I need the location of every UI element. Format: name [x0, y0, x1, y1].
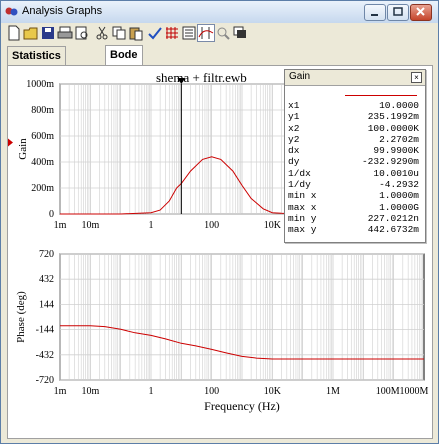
- phase-xtick-label: 1: [149, 386, 154, 397]
- readout-key: x2: [288, 122, 300, 134]
- gain-ytick-label: 600m: [31, 131, 54, 142]
- phase-xtick-label: 10m: [81, 386, 99, 397]
- readout-value: 235.1992m: [367, 111, 419, 123]
- gain-ylabel: Gain: [17, 138, 29, 160]
- readout-value: -232.9290m: [361, 156, 419, 168]
- readout-key: y1: [288, 111, 300, 123]
- readout-value: 10.0010u: [373, 167, 419, 179]
- cursor-readout-table: x1 10.0000 y1 235.1992m x2 100.0000K y2 2.27…: [288, 100, 422, 236]
- restore-view-icon[interactable]: [232, 25, 248, 41]
- gain-panel-titlebar: Gain ×: [285, 70, 425, 86]
- gain-cursor-panel[interactable]: Gain × x1 10.0000 y1 235.1992m x2 100.0000K…: [284, 69, 426, 243]
- print-icon[interactable]: [57, 25, 73, 41]
- cursors-icon[interactable]: [197, 24, 215, 42]
- readout-value: 2.2702m: [379, 133, 419, 145]
- phase-ytick-label: 432: [39, 274, 54, 285]
- gain-ytick-label: 0: [49, 209, 54, 220]
- readout-value: 1.0000m: [379, 190, 419, 202]
- gain-legend-line: [345, 95, 417, 96]
- gain-xtick-label: 1: [149, 220, 154, 231]
- gain-ytick-label: 200m: [31, 183, 54, 194]
- readout-row: 1/dy -4.2932: [288, 179, 422, 190]
- properties-icon[interactable]: [147, 25, 163, 41]
- phase-xtick-label: 100: [204, 386, 219, 397]
- cut-icon[interactable]: [94, 25, 110, 41]
- gain-ytick-label: 1000m: [26, 79, 54, 90]
- zoom-icon[interactable]: [215, 25, 231, 41]
- new-icon[interactable]: [6, 25, 22, 41]
- open-icon[interactable]: [23, 25, 39, 41]
- readout-row: x1 10.0000: [288, 100, 422, 111]
- toolbar: [1, 23, 438, 45]
- app-icon: [5, 7, 18, 16]
- readout-row: 1/dx 10.0010u: [288, 168, 422, 179]
- close-button[interactable]: [410, 4, 432, 21]
- readout-key: min y: [288, 212, 317, 224]
- readout-value: 10.0000: [379, 100, 419, 111]
- gain-ytick-label: 800m: [31, 105, 54, 116]
- gain-xtick-label: 1m: [54, 220, 67, 231]
- phase-ytick-label: 144: [39, 299, 54, 310]
- minimize-icon: [371, 14, 378, 16]
- readout-key: min x: [288, 190, 317, 202]
- phase-xtick-label: 10K: [264, 386, 282, 397]
- close-icon: [416, 7, 425, 16]
- paste-icon[interactable]: [128, 25, 144, 41]
- readout-row: dx 99.9900K: [288, 145, 422, 156]
- gain-panel-title: Gain: [289, 71, 311, 82]
- gain-xtick-label: 10K: [264, 220, 282, 231]
- readout-row: max x 1.0000G: [288, 202, 422, 213]
- readout-key: dy: [288, 156, 300, 168]
- phase-xtick-label: 100M: [376, 386, 400, 397]
- readout-row: x2 100.0000K: [288, 123, 422, 134]
- gain-panel-close-button[interactable]: ×: [411, 72, 422, 83]
- gain-xtick-label: 10m: [81, 220, 99, 231]
- readout-value: 1.0000G: [379, 201, 419, 213]
- readout-row: y2 2.2702m: [288, 134, 422, 145]
- copy-icon[interactable]: [111, 25, 127, 41]
- readout-value: 227.0212n: [367, 212, 419, 224]
- phase-ytick-label: -144: [36, 325, 54, 336]
- phase-xtick-label: 1m: [54, 386, 67, 397]
- readout-row: max y 442.6732m: [288, 224, 422, 235]
- readout-key: max x: [288, 201, 317, 213]
- readout-value: 442.6732m: [367, 224, 419, 236]
- minimize-button[interactable]: [364, 4, 386, 21]
- readout-row: dy -232.9290m: [288, 156, 422, 167]
- readout-key: 1/dx: [288, 167, 311, 179]
- readout-row: y1 235.1992m: [288, 111, 422, 122]
- phase-ytick-label: 720: [39, 249, 54, 260]
- title-bar: Analysis Graphs: [1, 1, 438, 24]
- readout-key: y2: [288, 133, 300, 145]
- phase-ylabel: Phase (deg): [15, 291, 27, 343]
- grid-icon[interactable]: [164, 25, 180, 41]
- window-title: Analysis Graphs: [22, 5, 103, 17]
- readout-row: min x 1.0000m: [288, 190, 422, 201]
- analysis-graphs-window: Analysis Graphs Statistics [Analog] Bode…: [0, 0, 439, 444]
- phase-xtick-label: 1M: [326, 386, 340, 397]
- readout-value: 99.9900K: [373, 145, 419, 157]
- save-icon[interactable]: [40, 25, 56, 41]
- readout-value: 100.0000K: [367, 122, 419, 134]
- tab-statistics-analog[interactable]: Statistics [Analog]: [7, 46, 66, 80]
- phase-xtick-label: 1000M: [400, 386, 429, 397]
- readout-key: x1: [288, 100, 300, 111]
- x-axis-label: Frequency (Hz): [204, 399, 280, 413]
- print-preview-icon[interactable]: [74, 25, 90, 41]
- readout-key: max y: [288, 224, 317, 236]
- gain-ytick-label: 400m: [31, 157, 54, 168]
- active-trace-marker: [8, 138, 13, 147]
- readout-key: 1/dy: [288, 179, 311, 191]
- readout-key: dx: [288, 145, 300, 157]
- readout-value: -4.2932: [379, 179, 419, 191]
- maximize-icon: [393, 7, 403, 16]
- tab-bode[interactable]: Bode: [105, 45, 143, 66]
- readout-row: min y 227.0212n: [288, 213, 422, 224]
- maximize-button[interactable]: [387, 4, 409, 21]
- gain-xtick-label: 100: [204, 220, 219, 231]
- plot-title: shema + filtr.ewb: [156, 70, 247, 85]
- phase-ytick-label: -720: [36, 375, 54, 386]
- legend-icon[interactable]: [181, 25, 197, 41]
- phase-ytick-label: -432: [36, 350, 54, 361]
